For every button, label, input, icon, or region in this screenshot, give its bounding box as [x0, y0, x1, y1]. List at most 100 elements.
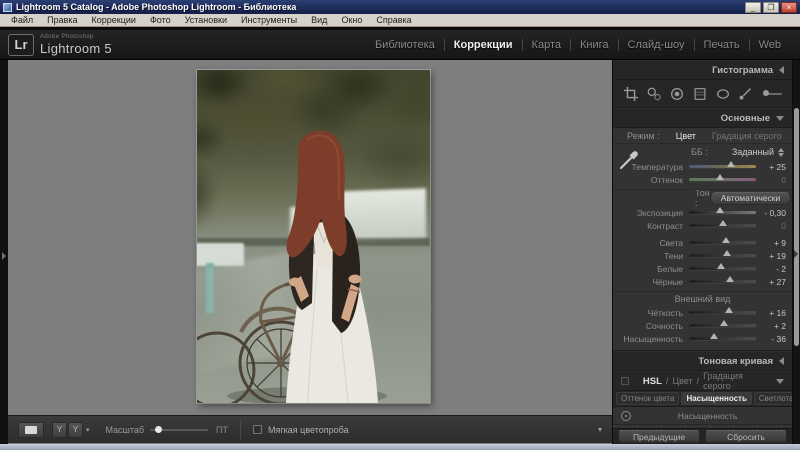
hsl-panel-toggle[interactable]: [621, 377, 629, 385]
menu-item[interactable]: Справка: [369, 15, 418, 25]
collapse-right-panel-icon[interactable]: [794, 250, 798, 258]
hsl-label[interactable]: HSL: [643, 376, 662, 387]
slider-thumb[interactable]: [727, 161, 735, 167]
close-button[interactable]: ×: [781, 2, 797, 13]
adjustment-brush-icon[interactable]: [738, 84, 754, 104]
zoom-slider-thumb[interactable]: [155, 426, 162, 433]
slider-value: + 9: [756, 238, 786, 248]
wb-label: ББ :: [691, 147, 708, 157]
zoom-label: Масштаб: [106, 425, 145, 435]
hsl-bw-label[interactable]: Градация серого: [703, 371, 772, 391]
panel-scrollbar-thumb[interactable]: [794, 108, 799, 346]
menu-item[interactable]: Коррекции: [85, 15, 143, 25]
tone-curve-panel-header[interactable]: Тоновая кривая: [613, 351, 792, 371]
slider-thumb[interactable]: [717, 263, 725, 269]
slider-track[interactable]: [689, 311, 756, 314]
module-tab[interactable]: Web: [750, 39, 790, 51]
slider-thumb[interactable]: [716, 207, 724, 213]
histogram-panel-header[interactable]: Гистограмма: [613, 60, 792, 80]
slider-track[interactable]: [689, 254, 756, 257]
module-tab[interactable]: Библиотека: [366, 39, 444, 51]
after-view-button[interactable]: Y: [68, 422, 83, 438]
slider-track[interactable]: [689, 211, 756, 214]
crop-tool-icon[interactable]: [623, 84, 639, 104]
slider-track[interactable]: [689, 324, 756, 327]
slider-track[interactable]: [689, 224, 756, 227]
soft-proof-checkbox[interactable]: [253, 425, 262, 434]
menu-item[interactable]: Файл: [4, 15, 40, 25]
module-tab[interactable]: Печать: [695, 39, 749, 51]
view-mode-dropdown-icon[interactable]: ▾: [86, 426, 90, 434]
slider-value: - 36: [756, 334, 786, 344]
hsl-tab[interactable]: Насыщенность: [681, 392, 751, 405]
targeted-adjustment-icon[interactable]: [621, 411, 631, 421]
hsl-tabs: Оттенок цветаНасыщенностьСветлотаВсё: [613, 391, 792, 407]
wb-preset-dropdown[interactable]: Заданный: [732, 147, 784, 157]
red-eye-icon[interactable]: [669, 84, 685, 104]
reset-button[interactable]: Сбросить: [705, 430, 787, 443]
menu-item[interactable]: Фото: [143, 15, 178, 25]
toolbar-divider: [240, 421, 241, 439]
slider-thumb[interactable]: [716, 174, 724, 180]
slider-label: Чёрные: [617, 277, 689, 287]
slider-value: - 2: [756, 264, 786, 274]
menu-item[interactable]: Инструменты: [234, 15, 304, 25]
photo-canvas: Y Y ▾ Масштаб ПТ Мягкая цветопроба ▾: [8, 60, 612, 444]
spot-removal-icon[interactable]: [646, 84, 662, 104]
module-header: Lr Adobe Photoshop Lightroom 5 Библиотек…: [0, 30, 800, 60]
hsl-section-label: Насыщенность: [631, 411, 784, 421]
titlebar: Lightroom 5 Catalog - Adobe Photoshop Li…: [0, 0, 800, 14]
previous-button[interactable]: Предыдущие: [618, 430, 700, 443]
maximize-button[interactable]: ❐: [763, 2, 779, 13]
slider-thumb[interactable]: [726, 276, 734, 282]
menu-item[interactable]: Правка: [40, 15, 84, 25]
module-tab[interactable]: Слайд-шоу: [619, 39, 694, 51]
photo-woman-with-bicycle[interactable]: [197, 70, 430, 403]
slider-track[interactable]: [689, 178, 756, 181]
slider-thumb[interactable]: [710, 333, 718, 339]
module-tab[interactable]: Карта: [523, 39, 570, 51]
slider-track[interactable]: [689, 241, 756, 244]
hsl-tab[interactable]: Светлота: [754, 392, 792, 405]
slider-thumb[interactable]: [722, 237, 730, 243]
white-balance-eyedropper-icon[interactable]: [619, 148, 641, 175]
slider-value: + 2: [756, 321, 786, 331]
slider-track[interactable]: [689, 280, 756, 283]
hsl-tab[interactable]: Оттенок цвета: [616, 392, 679, 405]
menu-item[interactable]: Вид: [304, 15, 334, 25]
slider-track[interactable]: [689, 337, 756, 340]
radial-filter-icon[interactable]: [715, 84, 731, 104]
left-panel-collapsed[interactable]: [0, 60, 8, 444]
brush-amount-thumb[interactable]: [763, 90, 769, 96]
expand-left-panel-icon[interactable]: [2, 252, 6, 260]
slider-thumb[interactable]: [723, 250, 731, 256]
zoom-fit-label[interactable]: ПТ: [216, 425, 228, 435]
brush-amount-slider[interactable]: [763, 93, 782, 95]
module-tab[interactable]: Коррекции: [445, 39, 522, 51]
hsl-color-label[interactable]: Цвет: [672, 376, 692, 386]
menu-item[interactable]: Окно: [334, 15, 369, 25]
basic-panel-header[interactable]: Основные: [613, 108, 792, 128]
slider-thumb[interactable]: [720, 320, 728, 326]
slider-thumb[interactable]: [725, 307, 733, 313]
treatment-row: Режим : Цвет Градация серого: [613, 128, 792, 144]
menu-item[interactable]: Установки: [178, 15, 234, 25]
brand-line-small: Adobe Photoshop: [40, 34, 112, 40]
module-tab[interactable]: Книга: [571, 39, 618, 51]
slider-thumb[interactable]: [719, 220, 727, 226]
slider-track[interactable]: [689, 267, 756, 270]
graduated-filter-icon[interactable]: [692, 84, 708, 104]
tone-label: Тон :: [695, 188, 710, 208]
toolbar-options-dropdown-icon[interactable]: ▾: [598, 425, 602, 434]
panel-scrollbar[interactable]: [793, 60, 800, 444]
slider-row-light-sliders: Чёрные+ 27: [613, 275, 792, 288]
auto-tone-button[interactable]: Автоматически: [710, 192, 791, 205]
loupe-view-button[interactable]: [18, 422, 44, 438]
zoom-slider[interactable]: [150, 429, 208, 431]
hsl-panel-header[interactable]: HSL / Цвет / Градация серого: [613, 371, 792, 391]
before-view-button[interactable]: Y: [52, 422, 67, 438]
minimize-button[interactable]: _: [745, 2, 761, 13]
slider-track[interactable]: [689, 165, 756, 168]
treatment-bw-option[interactable]: Градация серого: [712, 131, 782, 141]
treatment-color-option[interactable]: Цвет: [676, 131, 696, 141]
